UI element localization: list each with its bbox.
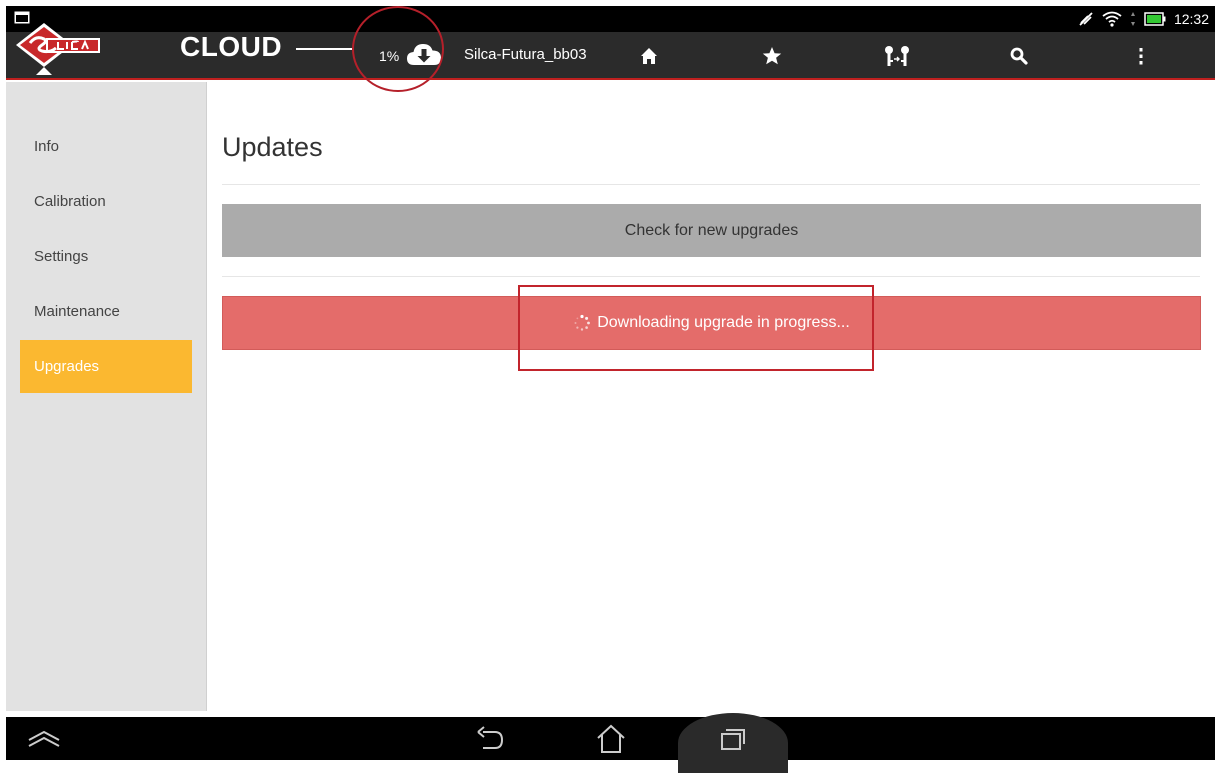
silca-logo bbox=[16, 23, 100, 75]
device-name: Silca-Futura_bb03 bbox=[464, 46, 587, 63]
section-divider bbox=[222, 276, 1200, 277]
wifi-icon bbox=[1102, 11, 1122, 27]
sidebar-item-upgrades[interactable]: Upgrades bbox=[20, 340, 192, 393]
settings-sidebar: Info Calibration Settings Maintenance Up… bbox=[6, 82, 207, 711]
loading-spinner-icon bbox=[574, 314, 591, 331]
mute-icon bbox=[1079, 12, 1093, 26]
status-right: 12:32 bbox=[1078, 9, 1209, 29]
sidebar-item-maintenance[interactable]: Maintenance bbox=[20, 285, 192, 338]
battery-icon bbox=[1144, 12, 1166, 26]
sidebar-item-settings[interactable]: Settings bbox=[20, 230, 192, 283]
star-icon[interactable] bbox=[760, 44, 784, 68]
system-nav-bar bbox=[6, 713, 1215, 773]
page-title: Updates bbox=[222, 132, 323, 162]
app-bar: CLOUD 1% Silca-Futura_bb03 bbox=[6, 32, 1215, 80]
recent-apps-icon[interactable] bbox=[713, 723, 753, 755]
progress-text: Downloading upgrade in progress... bbox=[597, 314, 850, 331]
check-upgrades-button[interactable]: Check for new upgrades bbox=[222, 204, 1201, 257]
collapse-icon[interactable] bbox=[24, 723, 64, 755]
search-icon[interactable] bbox=[1007, 44, 1031, 68]
home-nav-icon[interactable] bbox=[591, 723, 631, 755]
status-time: 12:32 bbox=[1173, 11, 1209, 27]
overflow-menu-icon[interactable] bbox=[1129, 44, 1153, 68]
keys-icon[interactable] bbox=[882, 44, 912, 68]
home-icon[interactable] bbox=[637, 44, 661, 68]
download-percent: 1% bbox=[379, 48, 400, 64]
cloud-annotation-label: CLOUD bbox=[180, 31, 283, 62]
status-bar: 12:32 bbox=[6, 6, 1215, 32]
tablet-screen: 12:32 CLOUD 1% Silca-Futura_bb03 Info Ca… bbox=[6, 6, 1215, 773]
cloud-download-icon[interactable] bbox=[406, 41, 442, 69]
title-divider bbox=[222, 184, 1200, 185]
back-icon[interactable] bbox=[470, 723, 510, 755]
sidebar-item-calibration[interactable]: Calibration bbox=[20, 175, 192, 228]
annotation-pointer-line bbox=[296, 48, 352, 50]
download-progress-banner: Downloading upgrade in progress... bbox=[222, 296, 1201, 350]
data-activity-icon bbox=[1130, 12, 1135, 26]
sidebar-item-info[interactable]: Info bbox=[20, 120, 192, 173]
